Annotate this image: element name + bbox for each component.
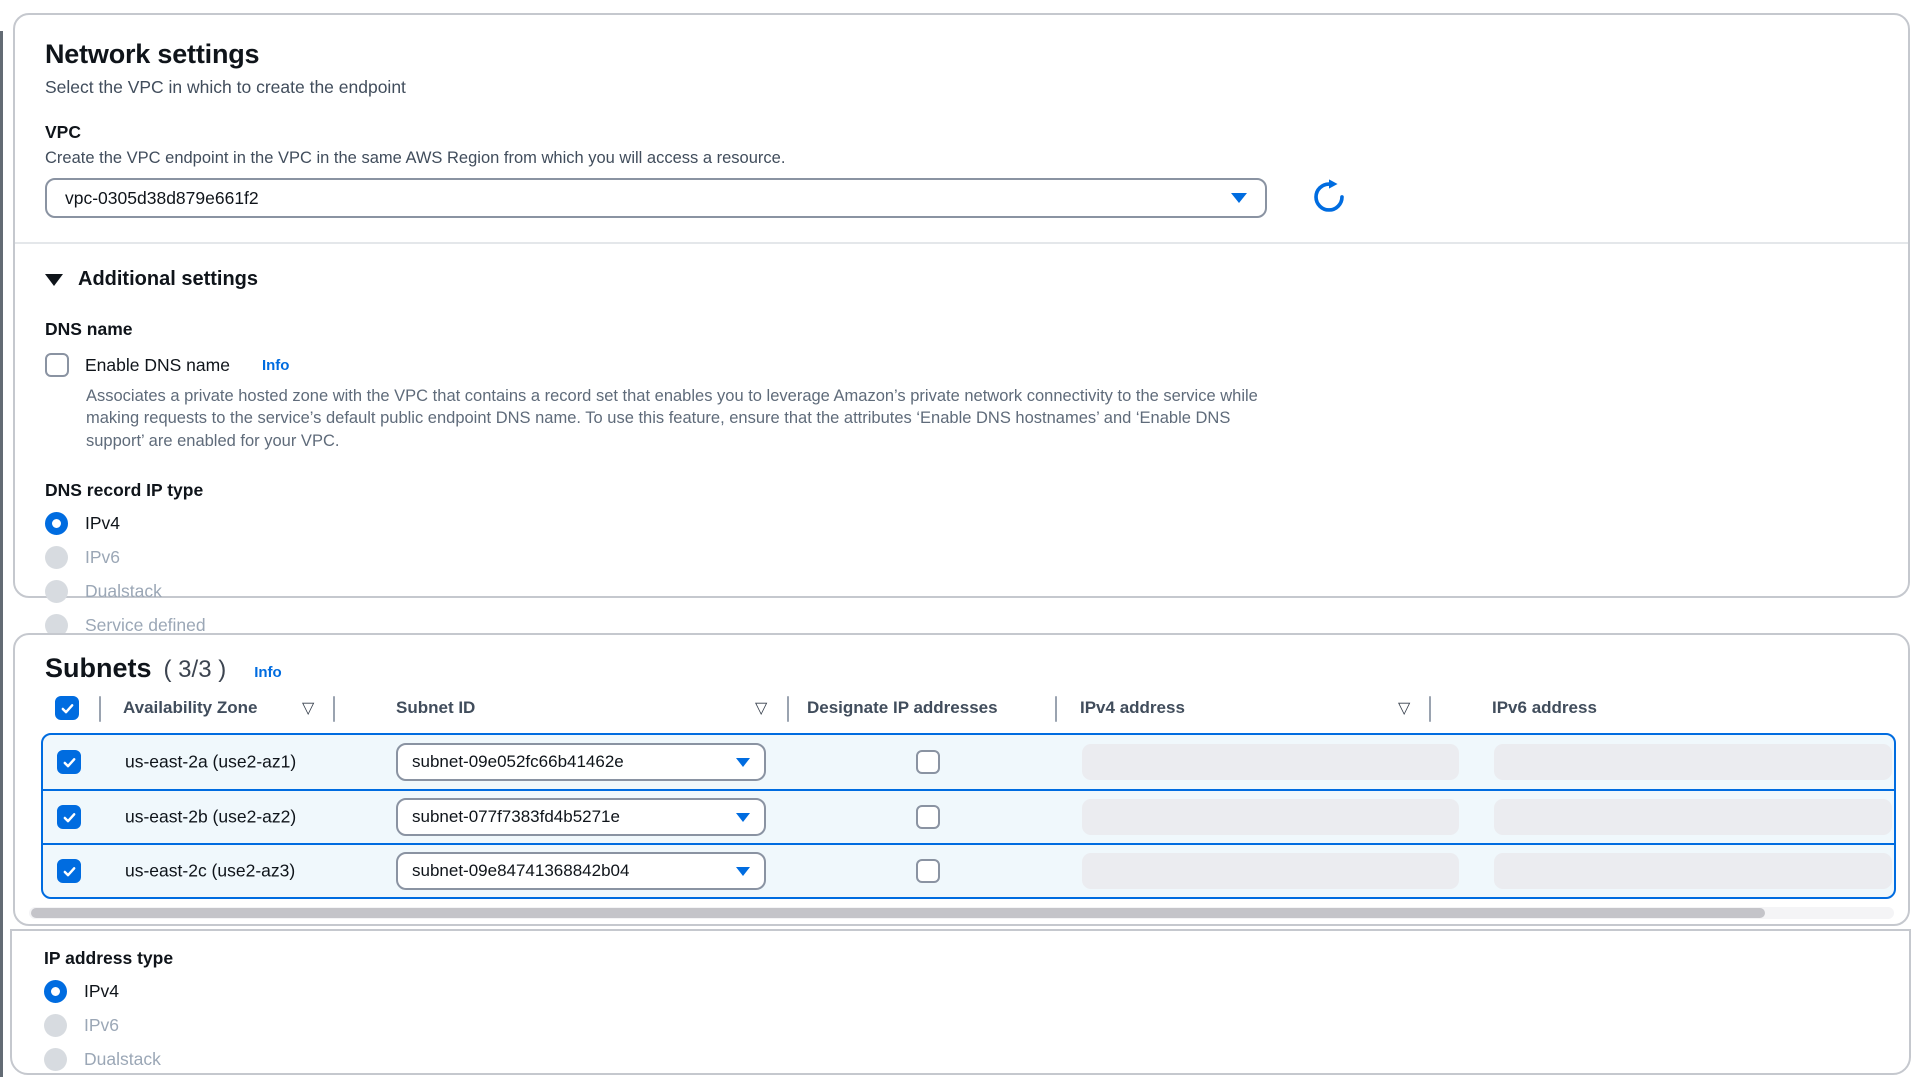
scrollbar-thumb[interactable] <box>31 908 1765 918</box>
enable-dns-name-text: Enable DNS name <box>85 355 230 376</box>
ip-type-option-ipv4: IPv4 <box>44 980 1877 1003</box>
ipv6-address-field-disabled <box>1494 744 1892 780</box>
radio-selected-icon[interactable] <box>45 512 68 535</box>
caret-down-icon <box>736 758 750 767</box>
row-select-checkbox[interactable] <box>57 805 81 829</box>
vpc-select[interactable]: vpc-0305d38d879e661f2 <box>45 178 1267 218</box>
ip-type-option-ipv4-label: IPv4 <box>84 981 119 1002</box>
column-divider <box>787 696 789 722</box>
table-header-row: Availability Zone ▽ Subnet ID ▽ Designat… <box>15 693 1908 729</box>
subnet-id-select[interactable]: subnet-077f7383fd4b5271e <box>396 798 766 836</box>
ip-type-option-dualstack: Dualstack <box>44 1048 1877 1071</box>
ipv6-address-field-disabled <box>1494 799 1892 835</box>
radio-disabled-icon <box>44 1014 67 1037</box>
additional-settings-toggle[interactable]: Additional settings <box>45 268 1878 291</box>
subnets-table-card: Subnets ( 3/3 ) Info Availability Zone ▽… <box>13 633 1910 926</box>
enable-dns-name-checkbox[interactable] <box>45 353 69 377</box>
caret-down-icon <box>736 813 750 822</box>
table-row: us-east-2a (use2-az1) subnet-09e052fc66b… <box>43 735 1894 789</box>
ip-type-option-ipv6-label: IPv6 <box>84 1015 119 1036</box>
ipv4-address-field-disabled <box>1082 853 1459 889</box>
dns-name-label: DNS name <box>45 319 1878 340</box>
subnets-title: Subnets <box>45 653 152 684</box>
dns-name-info-link[interactable]: Info <box>262 357 290 374</box>
dns-ip-option-dualstack: Dualstack <box>45 580 1878 603</box>
radio-disabled-icon <box>45 546 68 569</box>
column-divider <box>1429 696 1431 722</box>
sort-icon[interactable]: ▽ <box>755 698 767 718</box>
ip-address-type-label: IP address type <box>44 948 1877 969</box>
ipv6-address-field-disabled <box>1494 853 1892 889</box>
page-title: Network settings <box>45 39 1878 70</box>
availability-zone-value: us-east-2b (use2-az2) <box>125 807 296 828</box>
caret-down-icon <box>1231 193 1247 203</box>
dns-name-description: Associates a private hosted zone with th… <box>86 385 1286 452</box>
section-divider <box>15 242 1908 244</box>
table-row: us-east-2c (use2-az3) subnet-09e84741368… <box>43 843 1894 897</box>
vpc-label: VPC <box>45 122 1878 143</box>
designate-ip-checkbox[interactable] <box>916 805 940 829</box>
designate-ip-checkbox[interactable] <box>916 750 940 774</box>
availability-zone-value: us-east-2a (use2-az1) <box>125 752 296 773</box>
column-header-ipv6-address: IPv6 address <box>1492 698 1597 718</box>
panel-left-edge <box>0 31 3 1077</box>
radio-disabled-icon <box>45 580 68 603</box>
ipv4-address-field-disabled <box>1082 799 1459 835</box>
designate-ip-checkbox[interactable] <box>916 859 940 883</box>
ip-type-option-dualstack-label: Dualstack <box>84 1049 161 1070</box>
vpc-select-row: vpc-0305d38d879e661f2 <box>45 178 1878 218</box>
additional-settings-label: Additional settings <box>78 268 258 291</box>
page-subtitle: Select the VPC in which to create the en… <box>45 77 1878 98</box>
subnets-info-link[interactable]: Info <box>254 664 282 681</box>
horizontal-scrollbar[interactable] <box>29 907 1894 919</box>
column-divider <box>99 696 101 722</box>
vpc-description: Create the VPC endpoint in the VPC in th… <box>45 149 1878 168</box>
dns-ip-option-ipv6-label: IPv6 <box>85 547 120 568</box>
dns-record-ip-type-label: DNS record IP type <box>45 480 1878 501</box>
enable-dns-name-row: Enable DNS name Info <box>45 353 1878 377</box>
subnet-id-value: subnet-09e052fc66b41462e <box>412 752 624 772</box>
availability-zone-value: us-east-2c (use2-az3) <box>125 861 295 882</box>
sort-icon[interactable]: ▽ <box>1398 698 1410 718</box>
column-header-designate-ip: Designate IP addresses <box>807 698 998 718</box>
collapse-triangle-icon <box>45 274 63 286</box>
radio-selected-icon[interactable] <box>44 980 67 1003</box>
refresh-icon <box>1310 178 1348 219</box>
dns-ip-option-ipv4-label: IPv4 <box>85 513 120 534</box>
refresh-button[interactable] <box>1309 178 1349 218</box>
column-header-availability-zone[interactable]: Availability Zone <box>123 698 257 718</box>
dns-ip-option-ipv4: IPv4 <box>45 512 1878 535</box>
column-header-subnet-id[interactable]: Subnet ID <box>396 698 475 718</box>
column-divider <box>333 696 335 722</box>
radio-disabled-icon <box>44 1048 67 1071</box>
subnets-header: Subnets ( 3/3 ) Info <box>45 653 1908 684</box>
ip-type-option-ipv6: IPv6 <box>44 1014 1877 1037</box>
dns-ip-option-dualstack-label: Dualstack <box>85 581 162 602</box>
sort-icon[interactable]: ▽ <box>302 698 314 718</box>
vpc-select-value: vpc-0305d38d879e661f2 <box>65 188 259 209</box>
subnet-id-select[interactable]: subnet-09e84741368842b04 <box>396 852 766 890</box>
caret-down-icon <box>736 867 750 876</box>
subnet-id-select[interactable]: subnet-09e052fc66b41462e <box>396 743 766 781</box>
ipv4-address-field-disabled <box>1082 744 1459 780</box>
column-header-ipv4-address[interactable]: IPv4 address <box>1080 698 1185 718</box>
column-divider <box>1055 696 1057 722</box>
subnets-counter: ( 3/3 ) <box>164 656 227 684</box>
subnet-id-value: subnet-09e84741368842b04 <box>412 861 629 881</box>
table-row: us-east-2b (use2-az2) subnet-077f7383fd4… <box>43 789 1894 843</box>
select-all-checkbox[interactable] <box>55 696 79 720</box>
subnet-id-value: subnet-077f7383fd4b5271e <box>412 807 620 827</box>
ip-address-type-card: IP address type IPv4 IPv6 Dualstack <box>10 929 1911 1075</box>
row-select-checkbox[interactable] <box>57 750 81 774</box>
row-select-checkbox[interactable] <box>57 859 81 883</box>
dns-ip-option-ipv6: IPv6 <box>45 546 1878 569</box>
subnets-rows-container: us-east-2a (use2-az1) subnet-09e052fc66b… <box>41 733 1896 899</box>
network-settings-card: Network settings Select the VPC in which… <box>13 13 1910 598</box>
